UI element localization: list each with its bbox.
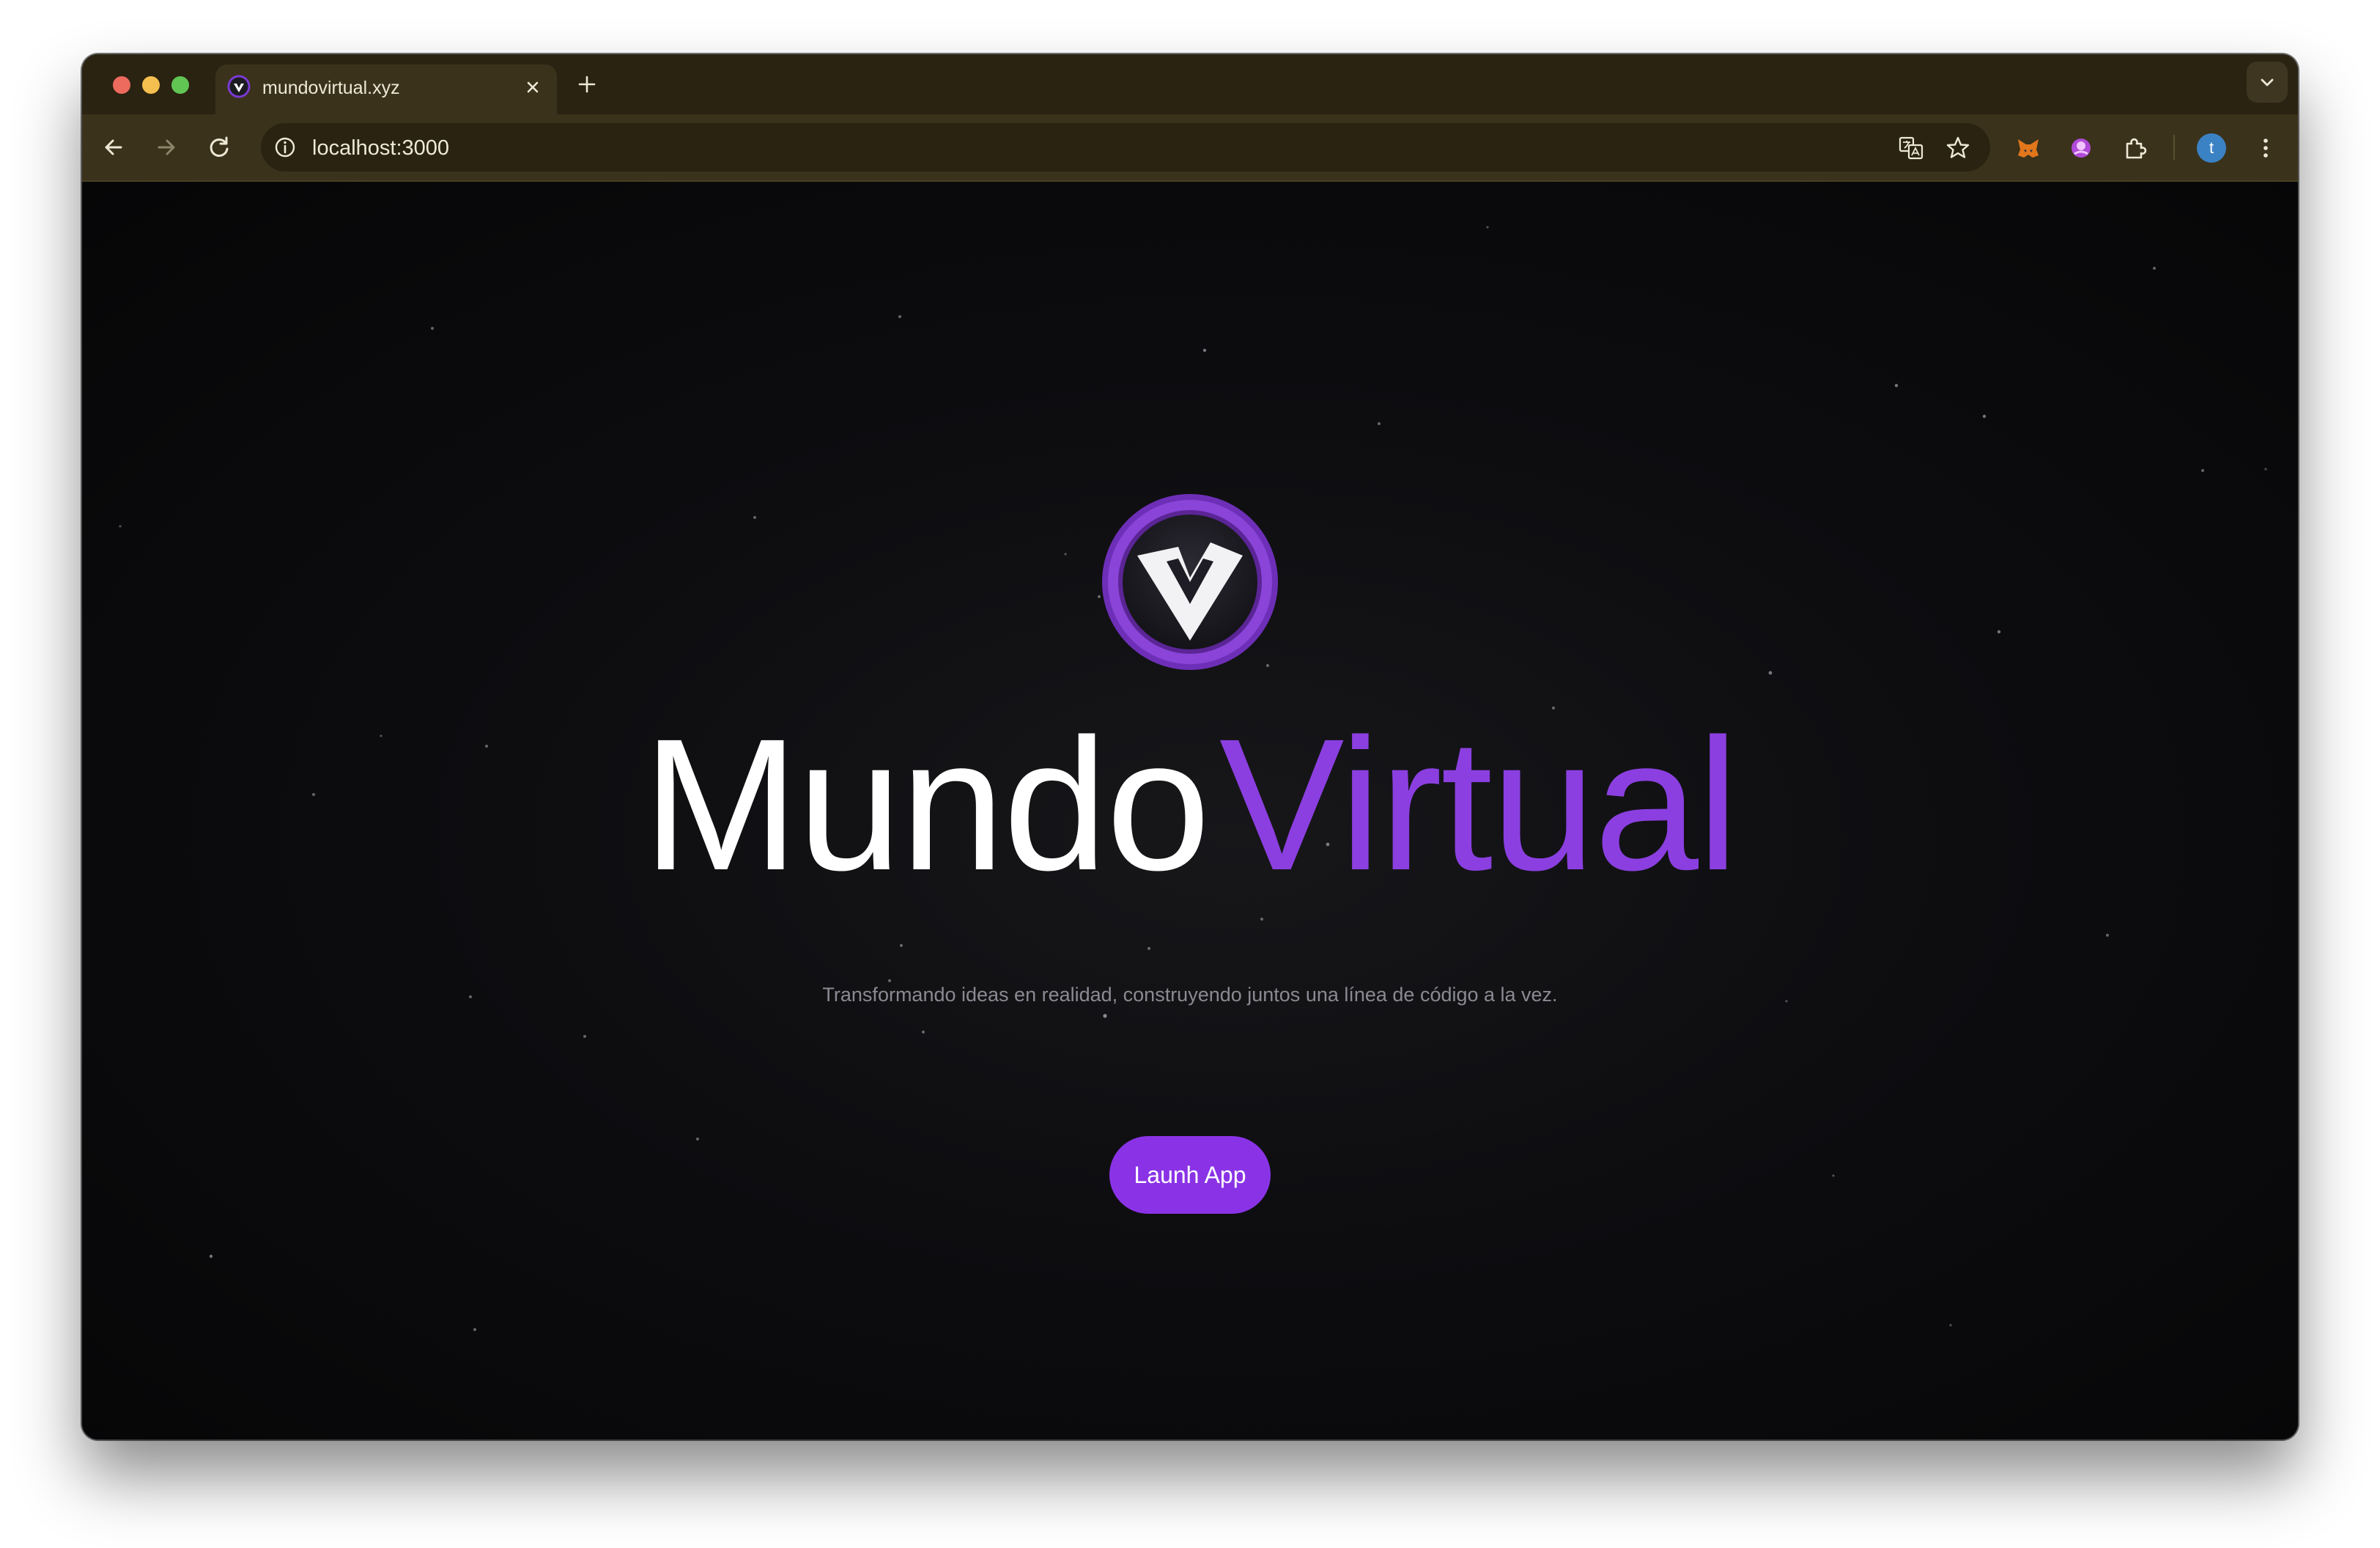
mundovirtual-logo-icon	[1102, 494, 1278, 670]
hero-subtitle: Transformando ideas en realidad, constru…	[822, 984, 1558, 1006]
forward-arrow-icon[interactable]	[151, 132, 182, 163]
page-content: MundoVirtual Transformando ideas en real…	[82, 182, 2298, 1440]
active-tab[interactable]: mundovirtual.xyz	[215, 64, 557, 114]
profile-avatar[interactable]: t	[2197, 133, 2226, 163]
bookmark-star-icon[interactable]	[1945, 135, 1971, 161]
hero-title-mundo: Mundo	[643, 700, 1211, 910]
maximize-window-button[interactable]	[171, 76, 189, 94]
minimize-window-button[interactable]	[142, 76, 160, 94]
translate-icon[interactable]	[1898, 135, 1924, 161]
mundovirtual-logo-icon	[227, 75, 251, 98]
address-bar[interactable]: localhost:3000	[261, 123, 1990, 172]
tab-title: mundovirtual.xyz	[262, 78, 400, 98]
hero-title-virtual: Virtual	[1219, 700, 1739, 910]
back-arrow-icon[interactable]	[98, 132, 129, 163]
toolbar-divider	[2173, 135, 2175, 160]
hero-title: MundoVirtual	[82, 702, 2298, 907]
tab-strip: mundovirtual.xyz	[82, 54, 2298, 114]
browser-toolbar: localhost:3000 t	[82, 114, 2298, 182]
launch-app-button[interactable]: Launh App	[1109, 1136, 1271, 1214]
extensions-puzzle-icon[interactable]	[2121, 133, 2150, 163]
more-menu-icon[interactable]	[2251, 133, 2280, 163]
browser-window: mundovirtual.xyz localhost:3000 t MundoV…	[82, 54, 2298, 1440]
close-tab-icon[interactable]	[522, 76, 544, 98]
extension-purple-icon[interactable]	[2066, 133, 2096, 163]
url-text: localhost:3000	[312, 136, 450, 160]
site-info-icon[interactable]	[273, 135, 298, 160]
metamask-extension-icon[interactable]	[2014, 133, 2043, 163]
close-window-button[interactable]	[113, 76, 130, 94]
tab-search-button[interactable]	[2247, 62, 2288, 103]
new-tab-icon[interactable]	[574, 72, 599, 97]
chevron-down-icon	[2261, 78, 2274, 86]
reload-icon[interactable]	[204, 132, 234, 163]
